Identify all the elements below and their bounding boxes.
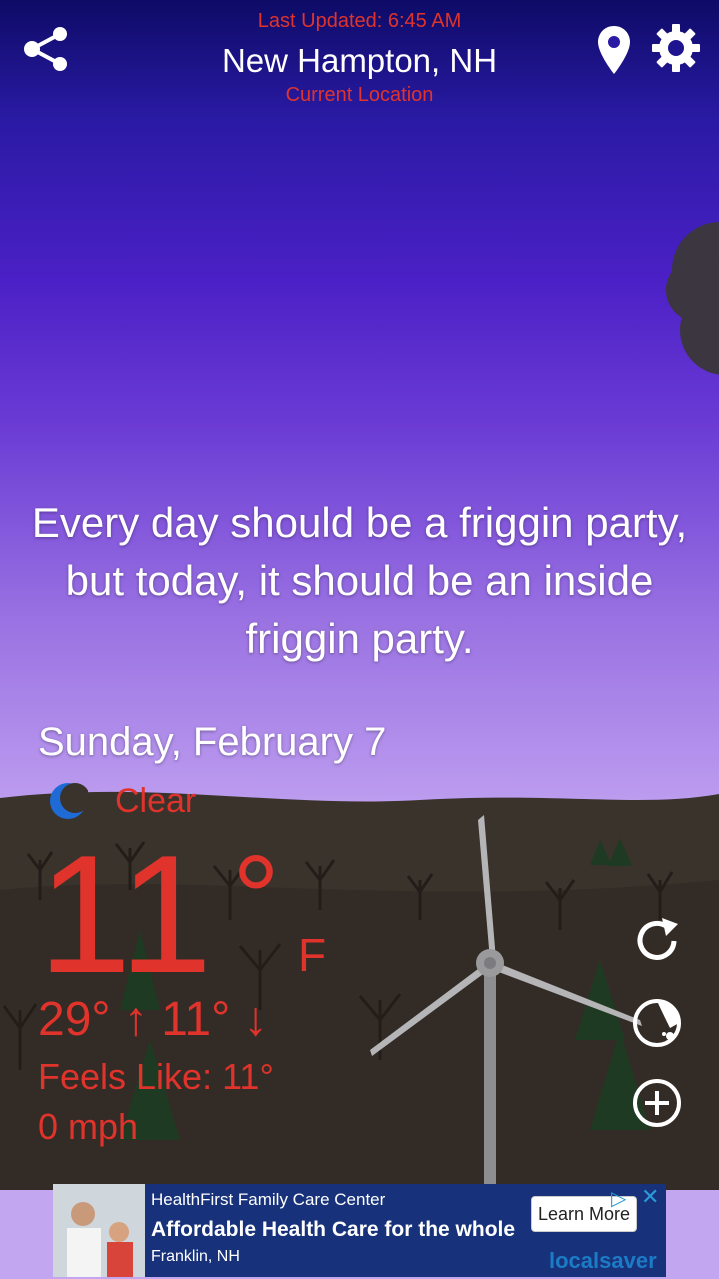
ad-brand-logo: localsaver bbox=[549, 1248, 657, 1273]
ad-advertiser: HealthFirst Family Care Center bbox=[151, 1190, 386, 1209]
location-pin-icon[interactable] bbox=[596, 24, 632, 76]
ad-banner[interactable]: HealthFirst Family Care Center Affordabl… bbox=[53, 1184, 666, 1277]
top-bar: Last Updated: 6:45 AM New Hampton, NH Cu… bbox=[0, 0, 719, 120]
ad-headline: Affordable Health Care for the whole bbox=[151, 1218, 516, 1241]
ad-location: Franklin, NH bbox=[151, 1248, 240, 1265]
wind-speed: 0 mph bbox=[38, 1106, 139, 1147]
forecast-date: Sunday, February 7 bbox=[38, 720, 387, 764]
ad-close-icon[interactable]: ✕ bbox=[641, 1184, 659, 1210]
weather-screen: Last Updated: 6:45 AM New Hampton, NH Cu… bbox=[0, 0, 719, 1279]
ad-photo bbox=[53, 1184, 145, 1277]
high-low-temperature: 29° ↑ 11° ↓ bbox=[38, 993, 268, 1046]
adchoices-icon[interactable]: ▷ bbox=[611, 1186, 626, 1211]
temperature-unit: F bbox=[298, 929, 327, 981]
current-temperature: 11 bbox=[38, 820, 213, 1008]
add-location-icon[interactable] bbox=[630, 1076, 684, 1130]
gear-icon[interactable] bbox=[650, 22, 702, 74]
weather-quote: Every day should be a friggin party, but… bbox=[31, 499, 688, 662]
degree-symbol: ° bbox=[232, 831, 280, 965]
moon-icon bbox=[50, 783, 88, 819]
radar-icon[interactable] bbox=[630, 996, 684, 1050]
current-location-label: Current Location bbox=[285, 84, 434, 106]
feels-like: Feels Like: 11° bbox=[38, 1056, 274, 1097]
cloud-decoration bbox=[666, 222, 719, 375]
condition-label: Clear bbox=[115, 782, 197, 820]
refresh-icon[interactable] bbox=[630, 914, 684, 968]
